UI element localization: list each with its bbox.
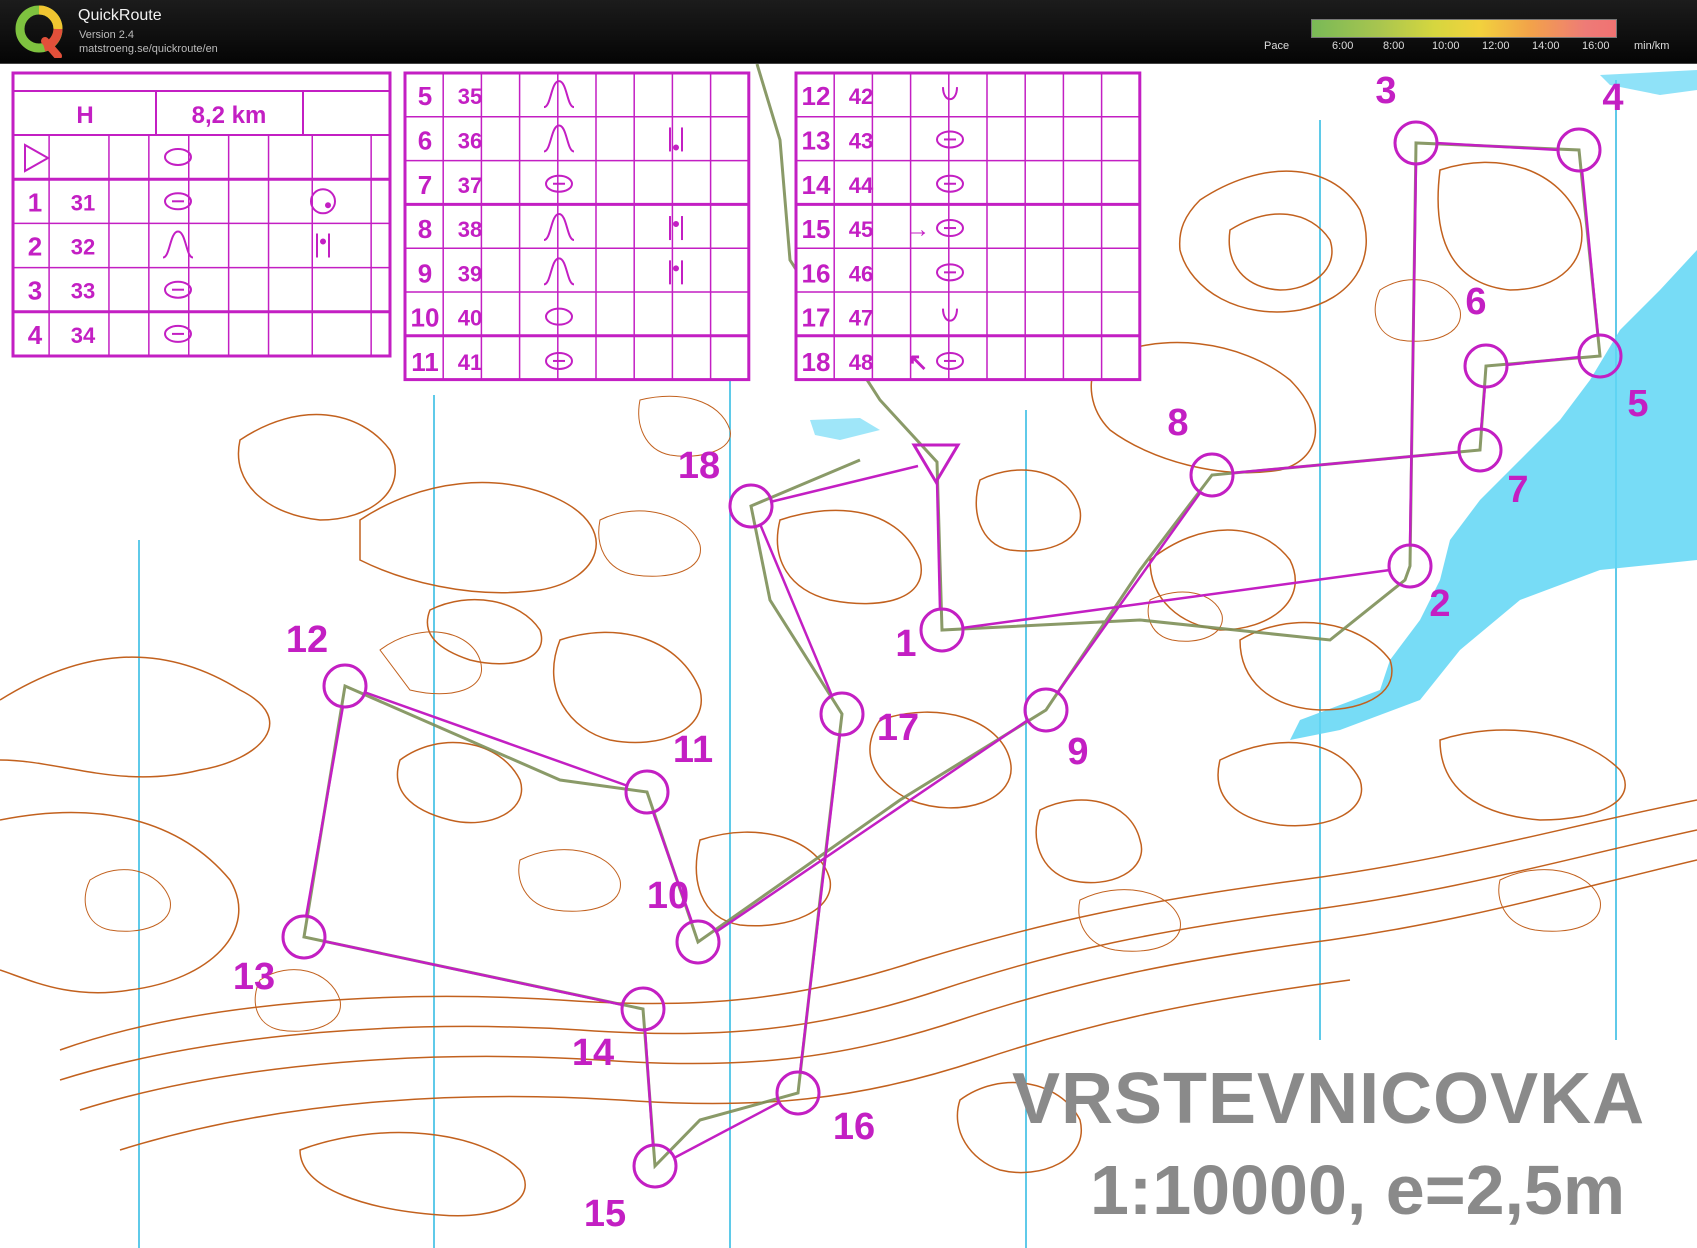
control-code: 32 (71, 235, 95, 260)
pace-tick: 16:00 (1582, 40, 1610, 52)
control-seq-number: 10 (411, 303, 440, 333)
control-number: 9 (1067, 731, 1088, 773)
control-number: 7 (1507, 469, 1528, 511)
control-seq-number: 4 (28, 320, 43, 350)
pace-tick: 6:00 (1332, 40, 1354, 52)
pace-tick: 12:00 (1482, 40, 1510, 52)
course-length: 8,2 km (192, 102, 267, 129)
control-number: 17 (877, 707, 919, 749)
map-scale: 1:10000, e=2,5m (1090, 1151, 1626, 1229)
control-code: 39 (458, 261, 482, 286)
description-block-2: 5 35 6 36 7 37 8 38 9 39 10 40 11 41 (403, 71, 751, 382)
control-code: 48 (849, 350, 873, 375)
pace-unit: min/km (1634, 40, 1670, 52)
control-code: 42 (849, 84, 873, 109)
description-block-1: H 8,2 km1 312 323 334 34 (11, 71, 392, 358)
direction-arrow-icon: ↖ (908, 349, 928, 376)
app-version: Version 2.4 (79, 29, 135, 41)
control-seq-number: 12 (802, 81, 831, 111)
control-number: 5 (1627, 383, 1648, 425)
control-description-sheet: H 8,2 km1 312 323 334 345 356 367 378 389 3910 4011… (11, 71, 1142, 382)
map-title: VRSTEVNICOVKA (1012, 1059, 1646, 1139)
control-code: 36 (458, 128, 482, 153)
pace-tick: 10:00 (1432, 40, 1460, 52)
control-seq-number: 14 (802, 170, 831, 200)
class-name: H (76, 102, 93, 129)
app-title: QuickRoute (78, 7, 162, 24)
control-seq-number: 11 (411, 347, 439, 377)
control-number: 10 (647, 875, 689, 917)
control-code: 33 (71, 279, 95, 304)
control-seq-number: 2 (28, 232, 42, 262)
control-seq-number: 18 (802, 347, 831, 377)
control-number: 12 (286, 619, 328, 661)
pace-label: Pace (1264, 40, 1290, 52)
control-seq-number: 9 (418, 258, 432, 288)
top-toolbar: QuickRoute Version 2.4 matstroeng.se/qui… (0, 0, 1697, 64)
control-number: 16 (833, 1106, 875, 1148)
control-code: 34 (71, 323, 96, 348)
control-seq-number: 3 (28, 276, 42, 306)
app-url-link[interactable]: matstroeng.se/quickroute/en (79, 43, 218, 55)
control-code: 40 (458, 306, 482, 331)
control-number: 4 (1602, 77, 1623, 119)
pace-color-scale[interactable] (1311, 19, 1617, 38)
control-number: 13 (233, 956, 275, 998)
control-seq-number: 15 (802, 214, 831, 244)
pace-tick: 8:00 (1383, 40, 1405, 52)
control-number: 6 (1465, 281, 1486, 323)
control-seq-number: 16 (802, 258, 831, 288)
control-code: 47 (849, 306, 873, 331)
control-number: 11 (673, 729, 713, 771)
control-seq-number: 13 (802, 125, 831, 155)
description-block-3: 12 42 13 43 14 44 15 45 → 16 46 17 47 18 48 ↖ (794, 71, 1142, 382)
control-seq-number: 5 (418, 81, 432, 111)
control-code: 43 (849, 128, 873, 153)
control-seq-number: 17 (802, 303, 831, 333)
pace-tick: 14:00 (1532, 40, 1560, 52)
control-number: 8 (1167, 402, 1188, 444)
control-code: 31 (71, 190, 95, 215)
control-number: 3 (1375, 70, 1396, 112)
control-code: 46 (849, 261, 873, 286)
quickroute-logo-icon (15, 5, 63, 58)
control-code: 44 (849, 173, 874, 198)
control-number: 2 (1429, 583, 1450, 625)
control-seq-number: 8 (418, 214, 432, 244)
control-number: 18 (678, 445, 720, 487)
quickroute-window: QuickRoute Version 2.4 matstroeng.se/qui… (0, 0, 1697, 1248)
control-seq-number: 7 (418, 170, 432, 200)
control-code: 41 (458, 350, 482, 375)
control-seq-number: 6 (418, 125, 432, 155)
control-number: 14 (572, 1032, 614, 1074)
control-code: 35 (458, 84, 482, 109)
control-number: 15 (584, 1193, 626, 1235)
control-code: 38 (458, 217, 482, 242)
direction-arrow-icon: → (906, 216, 930, 243)
control-code: 45 (849, 217, 873, 242)
control-seq-number: 1 (28, 187, 42, 217)
control-number: 1 (895, 623, 916, 665)
control-code: 37 (458, 173, 482, 198)
